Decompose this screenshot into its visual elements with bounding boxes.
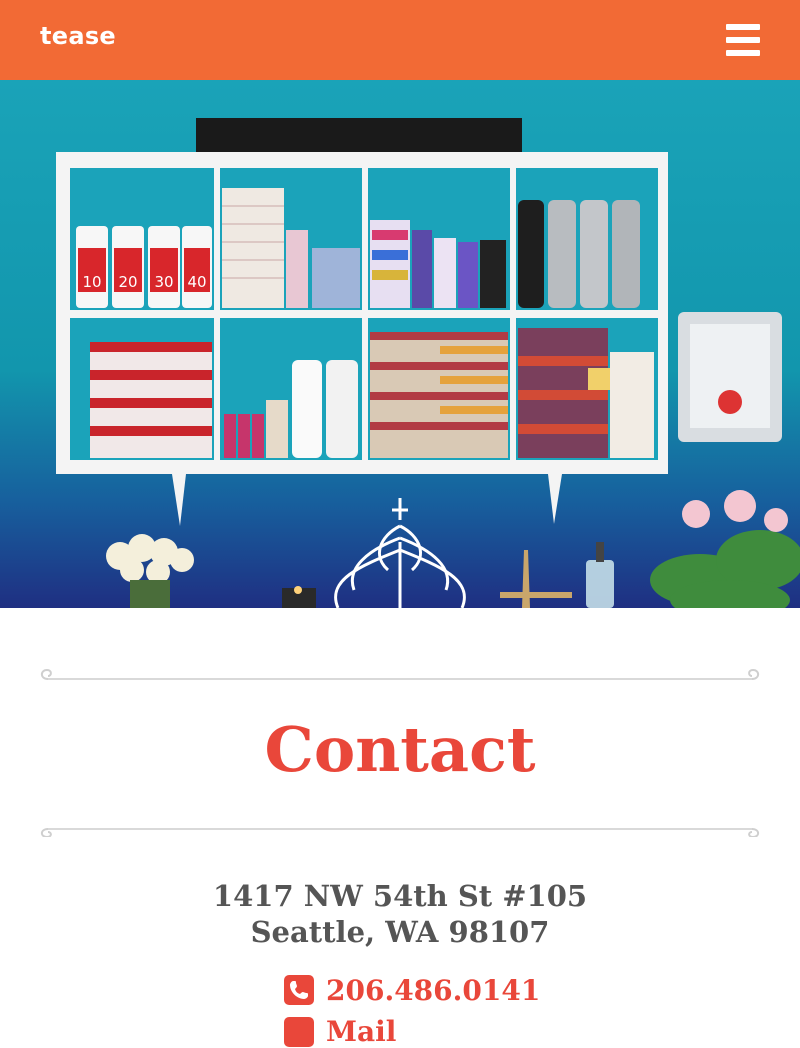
address-line-2: Seattle, WA 98107 <box>250 915 550 949</box>
ornamental-divider <box>40 668 760 680</box>
phone-icon <box>284 975 314 1005</box>
bottle-label: 40 <box>187 273 206 291</box>
bottle-label: 10 <box>82 273 101 291</box>
phone-link[interactable]: 206.486.0141 <box>326 974 540 1007</box>
mail-icon <box>284 1017 314 1047</box>
bottle-label: 20 <box>118 273 137 291</box>
hamburger-menu-icon[interactable] <box>724 22 762 58</box>
mail-link[interactable]: Mail <box>326 1017 396 1047</box>
hero-image: 10 20 30 40 <box>0 80 800 608</box>
page-title: Contact <box>264 713 536 786</box>
address-block: 1417 NW 54th St #105 Seattle, WA 98107 <box>0 878 800 950</box>
site-logo[interactable]: tease <box>40 22 116 50</box>
phone-row[interactable]: 206.486.0141 <box>284 972 540 1008</box>
top-bar: tease <box>0 0 800 80</box>
address-line-1: 1417 NW 54th St #105 <box>212 879 588 913</box>
ornamental-divider <box>40 828 760 837</box>
bottle-label: 30 <box>154 273 173 291</box>
mail-row[interactable]: Mail <box>284 1017 396 1047</box>
